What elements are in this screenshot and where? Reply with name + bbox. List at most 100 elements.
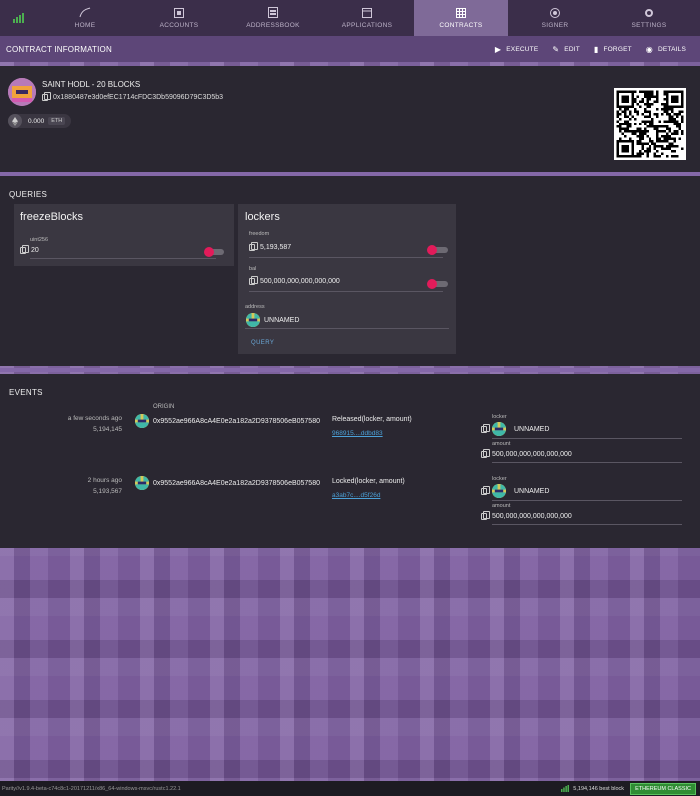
query-card-lockers: lockers freedom 5,193,587 bal 500,000,00… — [238, 204, 456, 354]
origin-header: ORIGIN — [153, 404, 175, 410]
bal-toggle-knob[interactable] — [427, 279, 437, 289]
event-amount-value[interactable]: 500,000,000,000,000,000 — [481, 511, 572, 520]
copy-icon[interactable] — [481, 511, 490, 520]
edit-label: EDIT — [564, 45, 580, 53]
tab-settings-label: SETTINGS — [631, 22, 667, 29]
details-label: DETAILS — [657, 45, 686, 53]
eye-icon: ◉ — [645, 44, 653, 54]
execute-button[interactable]: ▶ EXECUTE — [495, 45, 538, 54]
identity-avatar — [135, 476, 149, 490]
event-time: a few seconds ago — [67, 415, 122, 422]
freezeblocks-value[interactable]: 20 — [20, 245, 39, 254]
tab-addressbook[interactable]: ADDRESSBOOK — [226, 0, 320, 36]
value-underline — [249, 257, 443, 258]
best-block-text: 5,194,146 best block — [573, 785, 625, 792]
details-button[interactable]: ◉ DETAILS — [646, 45, 686, 54]
signer-icon — [549, 7, 561, 18]
event-amount-value[interactable]: 500,000,000,000,000,000 — [481, 449, 572, 458]
page-title: CONTRACT INFORMATION — [6, 44, 112, 54]
accounts-icon — [173, 7, 185, 18]
freezeblocks-value-text: 20 — [31, 247, 39, 254]
identity-avatar — [135, 414, 149, 428]
query-card-freezeblocks: freezeBlocks uint256 20 — [14, 204, 234, 266]
queries-title: QUERIES — [9, 190, 48, 199]
status-tab[interactable] — [0, 0, 38, 36]
signal-bars-icon — [13, 13, 24, 23]
chain-badge[interactable]: ETHEREUM CLASSIC — [630, 782, 696, 795]
copy-icon[interactable] — [249, 276, 258, 285]
event-locker-label: locker — [492, 476, 507, 482]
home-icon — [79, 7, 91, 18]
addressbook-icon — [267, 7, 279, 18]
tab-contracts[interactable]: CONTRACTS — [414, 0, 508, 36]
balance-badge: 0.000 ETH — [8, 114, 72, 128]
tab-settings[interactable]: SETTINGS — [602, 0, 696, 36]
tab-signer[interactable]: SIGNER — [508, 0, 602, 36]
contract-address[interactable]: 0x1880487e3d0efEC1714cFDC3Db59096D79C3D5… — [42, 92, 224, 101]
event-origin[interactable]: 0x9552ae966A8cA4E0e2a182a2D9378506eB0575… — [135, 414, 320, 428]
applications-icon — [361, 7, 373, 18]
tab-applications-label: APPLICATIONS — [341, 22, 393, 29]
copy-icon[interactable] — [481, 423, 490, 433]
pencil-icon: ✎ — [552, 44, 560, 54]
copy-icon[interactable] — [481, 449, 490, 458]
event-amount-label: amount — [492, 441, 511, 447]
contract-name: SAINT HODL - 20 BLOCKS — [42, 80, 141, 89]
event-row: a few seconds ago 5,194,145 0x9552ae966A… — [0, 414, 700, 474]
query-title-lockers: lockers — [245, 211, 280, 223]
freedom-value[interactable]: 5,193,587 — [249, 242, 291, 251]
value-underline — [492, 438, 682, 439]
query-button[interactable]: QUERY — [251, 340, 274, 346]
copy-icon[interactable] — [20, 245, 29, 254]
event-tx-link[interactable]: 968915....ddbd83 — [332, 430, 383, 437]
edit-button[interactable]: ✎ EDIT — [552, 45, 580, 54]
copy-icon[interactable] — [249, 242, 258, 251]
event-name: Released(locker, amount) — [332, 416, 412, 423]
queries-panel: QUERIES freezeBlocks uint256 20 lockers … — [0, 176, 700, 366]
tab-addressbook-label: ADDRESSBOOK — [246, 22, 300, 29]
ethereum-icon — [8, 114, 22, 128]
event-origin[interactable]: 0x9552ae966A8cA4E0e2a182a2D9378506eB0575… — [135, 476, 320, 490]
forget-button[interactable]: ▮ FORGET — [594, 45, 632, 54]
event-tx-link[interactable]: a3ab7c....d5f26d — [332, 492, 380, 499]
copy-icon[interactable] — [42, 92, 51, 101]
freedom-label: freedom — [249, 231, 270, 237]
tab-applications[interactable]: APPLICATIONS — [320, 0, 414, 36]
event-block: 5,194,145 — [93, 426, 122, 433]
events-title: EVENTS — [9, 388, 43, 397]
value-underline — [492, 500, 682, 501]
freedom-toggle-knob[interactable] — [427, 245, 437, 255]
section-divider — [0, 368, 700, 372]
freezeblocks-toggle-knob[interactable] — [204, 247, 214, 257]
play-icon: ▶ — [494, 44, 502, 54]
tab-signer-label: SIGNER — [541, 22, 569, 29]
address-qr-code — [614, 88, 686, 160]
tab-home[interactable]: HOME — [38, 0, 132, 36]
event-origin-address: 0x9552ae966A8cA4E0e2a182a2D9378506eB0575… — [153, 479, 320, 487]
contract-address-text: 0x1880487e3d0efEC1714cFDC3Db59096D79C3D5… — [53, 94, 224, 101]
forget-label: FORGET — [603, 45, 632, 53]
signal-bars-icon — [561, 785, 570, 792]
tab-home-label: HOME — [74, 22, 96, 29]
event-locker-text: UNNAMED — [514, 425, 550, 433]
balance-unit: ETH — [48, 117, 66, 125]
contracts-icon — [455, 7, 467, 18]
bal-value[interactable]: 500,000,000,000,000,000 — [249, 276, 340, 285]
contract-info-panel: SAINT HODL - 20 BLOCKS 0x1880487e3d0efEC… — [0, 66, 700, 172]
value-underline — [245, 328, 449, 329]
top-navigation: HOME ACCOUNTS ADDRESSBOOK APPLICATIONS C… — [0, 0, 700, 36]
address-input-text: UNNAMED — [264, 316, 300, 324]
address-input[interactable]: UNNAMED — [246, 313, 299, 327]
tab-accounts[interactable]: ACCOUNTS — [132, 0, 226, 36]
event-block: 5,193,567 — [93, 488, 122, 495]
identity-avatar — [246, 313, 260, 327]
query-title-freezeblocks: freezeBlocks — [20, 211, 83, 223]
event-locker-value[interactable]: UNNAMED — [481, 484, 549, 498]
event-locker-value[interactable]: UNNAMED — [481, 422, 549, 436]
copy-icon[interactable] — [481, 485, 490, 495]
trash-icon: ▮ — [593, 44, 599, 54]
event-row: 2 hours ago 5,193,567 0x9552ae966A8cA4E0… — [0, 476, 700, 536]
event-amount-text: 500,000,000,000,000,000 — [492, 513, 572, 520]
events-panel: EVENTS ORIGIN a few seconds ago 5,194,14… — [0, 374, 700, 548]
contract-toolbar: CONTRACT INFORMATION ▶ EXECUTE ✎ EDIT ▮ … — [0, 36, 700, 62]
